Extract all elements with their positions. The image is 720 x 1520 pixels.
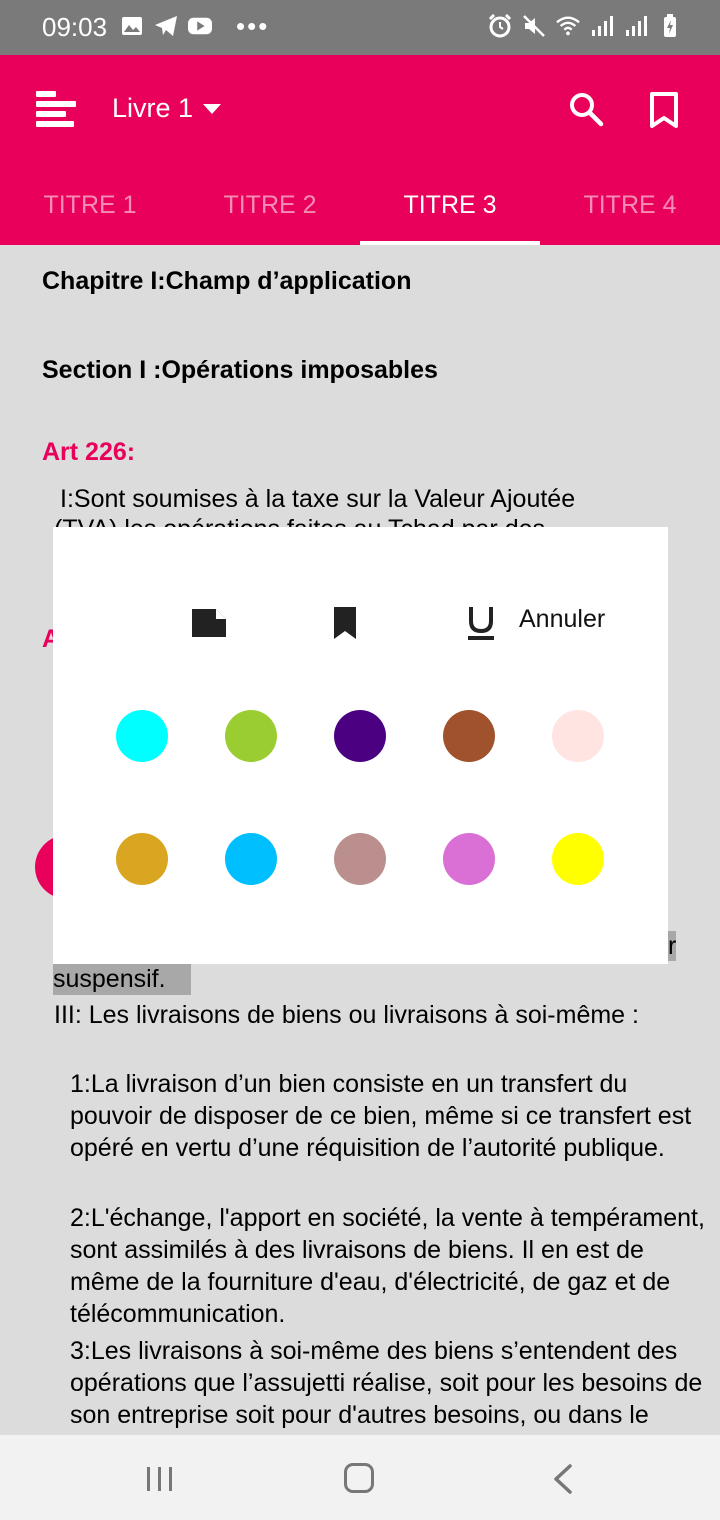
color-swatch[interactable] <box>552 833 604 885</box>
color-swatch[interactable] <box>334 710 386 762</box>
menu-button[interactable] <box>36 89 80 129</box>
system-nav-bar <box>0 1435 720 1520</box>
more-notifications: ••• <box>236 11 270 41</box>
color-swatch[interactable] <box>225 710 277 762</box>
tab-titre-3[interactable]: TITRE 3 <box>360 165 540 245</box>
underline-button[interactable] <box>461 603 501 643</box>
caret-down-icon <box>203 103 222 114</box>
youtube-icon <box>188 14 212 38</box>
search-icon <box>570 93 604 127</box>
article-text[interactable]: I:Sont soumises à la taxe sur la Valeur … <box>60 485 575 514</box>
bookmark-icon <box>650 92 678 128</box>
mute-icon <box>522 14 546 38</box>
color-swatch[interactable] <box>443 710 495 762</box>
color-swatch[interactable] <box>116 710 168 762</box>
color-swatch[interactable] <box>443 833 495 885</box>
status-left-icons: ••• <box>120 11 270 41</box>
color-swatch[interactable] <box>225 833 277 885</box>
status-time: 09:03 <box>42 12 108 42</box>
signal-icon <box>624 14 648 38</box>
signal-icon <box>590 14 614 38</box>
tab-titre-2[interactable]: TITRE 2 <box>180 165 360 245</box>
paragraph-3[interactable]: 3:Les livraisons à soi-même des biens s’… <box>70 1335 710 1435</box>
recent-apps-button[interactable] <box>146 1466 174 1492</box>
chapter-heading: Chapitre I:Champ d’application <box>42 267 412 295</box>
note-icon <box>192 609 226 637</box>
alarm-icon <box>488 14 512 38</box>
paragraph-iii[interactable]: III: Les livraisons de biens ou livraiso… <box>54 999 674 1031</box>
add-bookmark-button[interactable] <box>325 603 365 643</box>
paragraph-2[interactable]: 2:L'échange, l'apport en société, la ven… <box>70 1202 710 1330</box>
back-button[interactable] <box>550 1464 574 1494</box>
color-swatch[interactable] <box>334 833 386 885</box>
book-selector-label: Livre 1 <box>112 93 194 123</box>
battery-icon <box>658 14 682 38</box>
article-heading: Art 226: <box>42 438 136 466</box>
image-icon <box>120 14 144 38</box>
recent-apps-icon <box>147 1467 172 1491</box>
status-right-icons <box>488 14 682 38</box>
menu-icon <box>36 91 76 127</box>
title-tabs: TITRE 1 TITRE 2 TITRE 3 TITRE 4 <box>0 165 720 245</box>
status-bar: 09:03 ••• <box>0 0 720 55</box>
cancel-button[interactable]: Annuler <box>519 605 605 634</box>
paragraph-1[interactable]: 1:La livraison d’un bien consiste en un … <box>70 1068 710 1164</box>
bookmark-icon <box>334 607 356 639</box>
tab-titre-1[interactable]: TITRE 1 <box>0 165 180 245</box>
underline-icon <box>468 607 494 640</box>
app-bar: Livre 1 TITRE 1 TITRE 2 TITRE 3 TITRE 4 <box>0 55 720 245</box>
book-selector[interactable]: Livre 1 <box>112 93 222 124</box>
add-note-button[interactable] <box>189 603 229 643</box>
color-swatch[interactable] <box>552 710 604 762</box>
bookmarks-button[interactable] <box>648 91 680 129</box>
tab-titre-4[interactable]: TITRE 4 <box>540 165 720 245</box>
telegram-icon <box>154 14 178 38</box>
wifi-icon <box>556 14 580 38</box>
search-button[interactable] <box>568 91 604 127</box>
color-swatch[interactable] <box>116 833 168 885</box>
home-button[interactable] <box>344 1463 374 1493</box>
highlight-popup: Annuler <box>53 527 668 964</box>
highlighted-text[interactable]: suspensif. <box>53 963 191 995</box>
back-icon <box>554 1464 572 1494</box>
highlighted-text-partial[interactable]: r <box>668 931 676 961</box>
section-heading: Section I :Opérations imposables <box>42 356 438 384</box>
